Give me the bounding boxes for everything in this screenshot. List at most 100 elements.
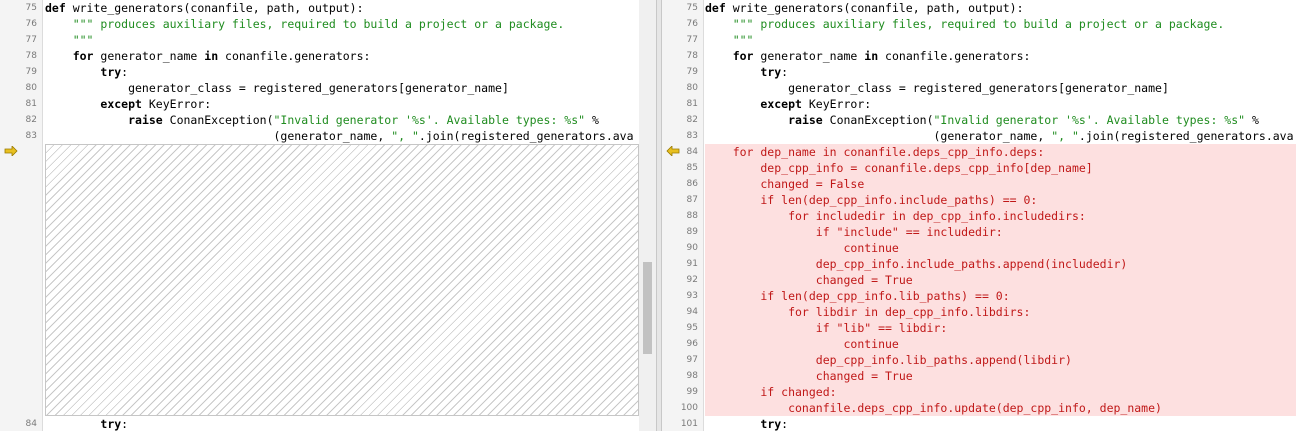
code-line: """	[45, 32, 639, 48]
added-code-line: changed = True	[705, 272, 1296, 288]
line-number: 100	[680, 403, 698, 413]
left-vertical-scrollbar[interactable]	[639, 0, 656, 431]
line-number: 89	[686, 227, 698, 237]
line-number: 80	[25, 83, 37, 93]
line-number: 96	[686, 339, 698, 349]
code-token: generator_class = registered_generators[…	[45, 81, 509, 95]
code-token: KeyError:	[141, 97, 212, 111]
arrow-right-icon[interactable]	[4, 146, 18, 156]
added-code-line: changed = False	[705, 176, 1296, 192]
keyword-token: def	[705, 1, 726, 15]
line-number: 82	[25, 115, 37, 125]
added-code-line: for libdir in dep_cpp_info.libdirs:	[705, 304, 1296, 320]
string-token: """ produces auxiliary files, required t…	[705, 17, 1225, 31]
added-code-line: conanfile.deps_cpp_info.update(dep_cpp_i…	[705, 400, 1296, 416]
code-token: (generator_name,	[705, 129, 1052, 143]
code-line: def write_generators(conanfile, path, ou…	[705, 0, 1296, 16]
missing-lines-placeholder	[45, 144, 639, 416]
line-number: 86	[686, 179, 698, 189]
added-code-line: continue	[705, 336, 1296, 352]
keyword-token: def	[45, 1, 66, 15]
keyword-token: try	[760, 65, 782, 79]
code-line: generator_class = registered_generators[…	[705, 80, 1296, 96]
line-number: 95	[686, 323, 698, 333]
scrollbar-thumb[interactable]	[643, 262, 652, 354]
code-token: :	[781, 417, 789, 431]
line-number: 81	[25, 99, 37, 109]
line-number: 83	[25, 131, 37, 141]
code-line: try:	[705, 64, 1296, 80]
string-token: ", "	[391, 129, 419, 143]
code-line: raise ConanException("Invalid generator …	[45, 112, 639, 128]
code-token: KeyError:	[801, 97, 872, 111]
code-token: %	[585, 113, 599, 127]
string-token: """ produces auxiliary files, required t…	[45, 17, 565, 31]
line-number: 91	[686, 259, 698, 269]
added-code-line: if changed:	[705, 384, 1296, 400]
line-number: 75	[25, 3, 37, 13]
added-code-line: dep_cpp_info.lib_paths.append(libdir)	[705, 352, 1296, 368]
keyword-token: in	[864, 49, 879, 63]
keyword-token: except	[760, 97, 802, 111]
code-token: .join(registered_generators.ava	[418, 129, 634, 143]
added-code-line: if len(dep_cpp_info.include_paths) == 0:	[705, 192, 1296, 208]
code-token: write_generators(conanfile, path, output…	[725, 1, 1024, 15]
code-line: try:	[705, 416, 1296, 431]
added-code-line: continue	[705, 240, 1296, 256]
code-line: (generator_name, ", ".join(registered_ge…	[45, 128, 639, 144]
code-line: try:	[45, 416, 639, 431]
line-number: 75	[686, 3, 698, 13]
code-line: (generator_name, ", ".join(registered_ge…	[705, 128, 1296, 144]
line-number: 80	[686, 83, 698, 93]
right-diff-pane[interactable]: 75 76 77 78 79 80 81 82 83 84 85 86 87 88 89 90 91 92 93 94…	[662, 0, 1296, 431]
keyword-token: raise	[788, 113, 823, 127]
code-line: except KeyError:	[45, 96, 639, 112]
line-number: 84	[686, 147, 698, 157]
line-number: 78	[686, 51, 698, 61]
code-token: :	[781, 65, 789, 79]
line-number: 98	[686, 371, 698, 381]
added-code-line: if "lib" == libdir:	[705, 320, 1296, 336]
keyword-token: try	[100, 417, 122, 431]
code-token: .join(registered_generators.ava	[1078, 129, 1294, 143]
added-code-line: for dep_name in conanfile.deps_cpp_info.…	[705, 144, 1296, 160]
code-token: generator_class = registered_generators[…	[705, 81, 1169, 95]
keyword-token: try	[760, 417, 782, 431]
keyword-token: in	[204, 49, 219, 63]
code-line: for generator_name in conanfile.generato…	[705, 48, 1296, 64]
code-token: %	[1245, 113, 1259, 127]
line-number: 77	[686, 35, 698, 45]
code-line: def write_generators(conanfile, path, ou…	[45, 0, 639, 16]
added-code-line: for includedir in dep_cpp_info.includedi…	[705, 208, 1296, 224]
code-token: (generator_name,	[45, 129, 392, 143]
keyword-token: except	[100, 97, 142, 111]
code-token: :	[121, 417, 129, 431]
added-code-line: if len(dep_cpp_info.lib_paths) == 0:	[705, 288, 1296, 304]
code-line: """	[705, 32, 1296, 48]
code-token: write_generators(conanfile, path, output…	[65, 1, 364, 15]
added-code-line: if "include" == includedir:	[705, 224, 1296, 240]
code-line: for generator_name in conanfile.generato…	[45, 48, 639, 64]
line-number: 93	[686, 291, 698, 301]
keyword-token: for	[732, 49, 754, 63]
line-number: 83	[686, 131, 698, 141]
keyword-token: for	[72, 49, 94, 63]
code-line: raise ConanException("Invalid generator …	[705, 112, 1296, 128]
line-number: 76	[686, 19, 698, 29]
line-number: 78	[25, 51, 37, 61]
string-token: """	[705, 33, 754, 47]
code-line: try:	[45, 64, 639, 80]
left-line-number-gutter: 75 76 77 78 79 80 81 82 83 84	[20, 0, 43, 431]
code-token: conanfile.generators:	[878, 49, 1031, 63]
arrow-left-icon[interactable]	[666, 146, 680, 156]
code-token: generator_name	[93, 49, 205, 63]
code-line: """ produces auxiliary files, required t…	[45, 16, 639, 32]
left-diff-pane[interactable]: 75 76 77 78 79 80 81 82 83 84 def write_generator…	[0, 0, 656, 431]
